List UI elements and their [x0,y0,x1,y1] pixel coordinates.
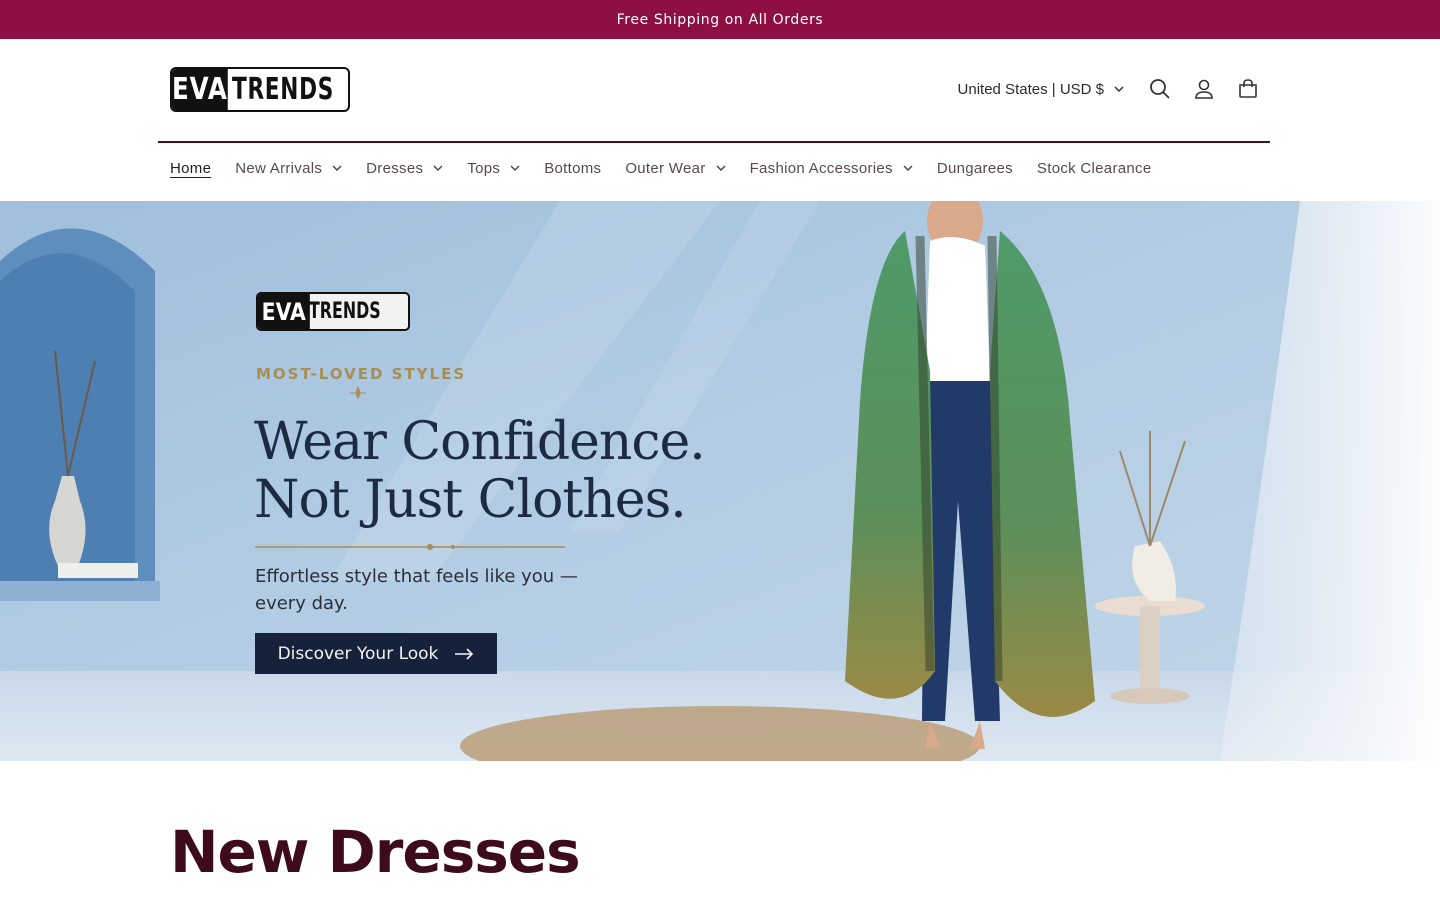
nav-item-bottoms[interactable]: Bottoms [544,160,601,177]
nav-item-label: Outer Wear [625,159,706,177]
discover-your-look-button[interactable]: Discover Your Look [255,633,497,674]
ornament-icon [350,387,366,399]
hero-eyebrow: MOST-LOVED STYLES [256,365,467,383]
site-header: EVA TRENDS United States | USD $ Home Ne… [0,39,1440,201]
header-divider [158,141,1270,143]
search-button[interactable] [1138,69,1182,109]
hero-banner[interactable]: EVA TRENDS MOST-LOVED STYLES Wear Confid… [0,201,1440,761]
announcement-bar: Free Shipping on All Orders [0,0,1440,39]
hero-headline: Wear Confidence. Not Just Clothes. [254,413,774,529]
nav-item-label: New Arrivals [235,159,323,177]
nav-item-home[interactable]: Home [170,160,211,177]
nav-item-dresses[interactable]: Dresses [366,160,443,177]
hero-headline-line2: Not Just Clothes. [254,470,687,530]
cta-label: Discover Your Look [277,643,439,664]
nav-item-fashion-accessories[interactable]: Fashion Accessories [750,160,913,177]
nav-item-label: Bottoms [544,159,602,177]
country-selector[interactable]: United States | USD $ [958,81,1124,98]
section-title: New Dresses [170,818,581,886]
nav-item-label: Stock Clearance [1036,159,1152,177]
chevron-down-icon [510,165,520,171]
hero-logo: EVA TRENDS [256,292,410,331]
country-selector-label: United States | USD $ [957,80,1104,98]
cart-icon [1239,79,1257,98]
decorative-divider [255,544,565,550]
logo-eva: EVA [172,69,228,110]
search-icon [1150,79,1170,99]
announcement-text: Free Shipping on All Orders [616,11,824,28]
hero-subtext-line2: every day. [255,593,348,614]
hero-headline-line1: Wear Confidence. [254,412,706,472]
chevron-down-icon [716,165,726,171]
nav-item-dungarees[interactable]: Dungarees [937,160,1013,177]
nav-item-label: Home [170,159,212,177]
nav-item-stock-clearance[interactable]: Stock Clearance [1037,160,1152,177]
hero-logo-trends: TRENDS [308,299,381,324]
chevron-down-icon [1114,85,1124,92]
nav-item-tops[interactable]: Tops [467,160,520,177]
logo-trends: TRENDS [231,72,334,107]
nav-item-new-arrivals[interactable]: New Arrivals [235,160,342,177]
header-actions: United States | USD $ [958,69,1270,109]
hero-logo-eva: EVA [258,294,310,329]
main-nav: Home New Arrivals Dresses Tops Bottoms O… [170,157,1175,179]
nav-item-label: Dresses [366,159,424,177]
account-icon [1195,79,1213,99]
nav-item-outer-wear[interactable]: Outer Wear [625,159,726,177]
cart-button[interactable] [1226,69,1270,109]
hero-subtext: Effortless style that feels like you — e… [255,563,635,617]
hero-subtext-line1: Effortless style that feels like you — [255,566,578,587]
account-button[interactable] [1182,69,1226,109]
site-logo[interactable]: EVA TRENDS [170,67,350,112]
chevron-down-icon [903,165,913,171]
arrow-right-icon [455,647,474,660]
nav-item-label: Tops [467,159,501,177]
chevron-down-icon [433,165,443,171]
chevron-down-icon [332,165,342,171]
nav-item-label: Dungarees [936,159,1013,177]
nav-item-label: Fashion Accessories [749,159,893,177]
